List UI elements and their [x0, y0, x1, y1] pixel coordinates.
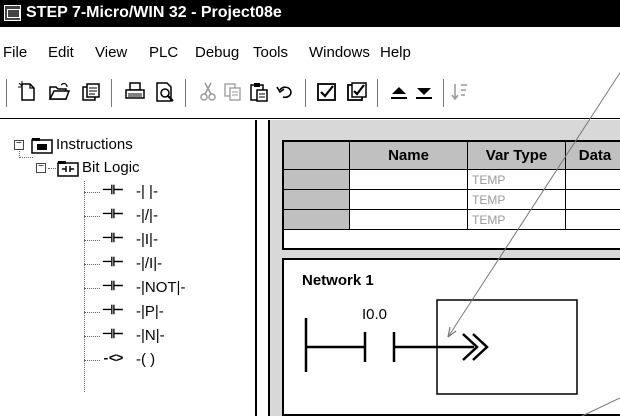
menu-debug[interactable]: Debug: [195, 44, 239, 61]
ladder-editor[interactable]: Network 1 I0.0: [282, 258, 620, 416]
title-bar: STEP 7-Micro/WIN 32 - Project08e: [0, 0, 620, 27]
copy-project-icon[interactable]: [80, 81, 102, 103]
cut-icon[interactable]: [197, 81, 219, 103]
tree-connector: [84, 360, 100, 361]
menu-view[interactable]: View: [95, 44, 127, 61]
column-header-data[interactable]: Data: [566, 142, 620, 170]
row-header[interactable]: [284, 170, 350, 190]
toolbar-separator: [377, 79, 380, 107]
contact-icon: ⊣⊢: [102, 207, 124, 222]
tree-item-negative-edge[interactable]: -|N|-: [136, 327, 165, 344]
tree-connector: [48, 168, 56, 169]
toolbar-separator: [185, 79, 188, 107]
tree-item-normally-closed[interactable]: -|/|-: [136, 207, 158, 224]
compile-icon[interactable]: [316, 81, 338, 103]
print-icon[interactable]: [124, 81, 146, 103]
instruction-tree: − Instructions − Bit Logic ⊣⊢ -| |- ⊣⊢ -…: [0, 120, 257, 416]
contact-icon: ⊣⊢: [102, 183, 124, 198]
menu-bar: File Edit View PLC Debug Tools Windows H…: [0, 27, 620, 67]
window-title: STEP 7-Micro/WIN 32 - Project08e: [26, 4, 282, 21]
program-editor-panel: Name Var Type Data TEMP TEMP TEMP Networ…: [268, 120, 620, 416]
toolbar-separator: [305, 79, 308, 107]
menu-tools[interactable]: Tools: [253, 44, 288, 61]
menu-file[interactable]: File: [3, 44, 27, 61]
menu-plc[interactable]: PLC: [149, 44, 178, 61]
download-icon[interactable]: [413, 81, 435, 103]
table-cell-var-type[interactable]: TEMP: [468, 210, 566, 230]
menu-edit[interactable]: Edit: [48, 44, 74, 61]
table-corner[interactable]: [284, 142, 350, 170]
tree-item-not-immediate[interactable]: -|/I|-: [136, 255, 162, 272]
tree-root-label[interactable]: Instructions: [56, 136, 133, 153]
table-cell-name[interactable]: [350, 210, 468, 230]
upload-icon[interactable]: [388, 81, 410, 103]
tree-connector: [19, 157, 33, 158]
local-variable-table: Name Var Type Data TEMP TEMP TEMP: [282, 140, 620, 250]
new-icon[interactable]: [16, 81, 38, 103]
collapse-instructions-button[interactable]: −: [14, 140, 24, 150]
undo-icon[interactable]: [274, 81, 296, 103]
table-cell-data[interactable]: [566, 170, 620, 190]
toolbar-separator: [443, 79, 446, 107]
app-icon[interactable]: [4, 5, 21, 21]
tree-item-immediate[interactable]: -|I|-: [136, 231, 158, 248]
tree-connector: [84, 216, 100, 217]
column-header-name[interactable]: Name: [350, 142, 468, 170]
column-header-var-type[interactable]: Var Type: [468, 142, 566, 170]
contact-icon: ⊣⊢: [102, 303, 124, 318]
tree-item-positive-edge[interactable]: -|P|-: [136, 303, 164, 320]
tree-item-normally-open[interactable]: -| |-: [136, 183, 158, 200]
table-cell-var-type[interactable]: TEMP: [468, 170, 566, 190]
toolbar-separator: [111, 79, 114, 107]
table-cell-name[interactable]: [350, 170, 468, 190]
print-preview-icon[interactable]: [154, 81, 176, 103]
contact-icon: ⊣⊢: [102, 255, 124, 270]
tree-connector: [84, 264, 100, 265]
menu-help[interactable]: Help: [380, 44, 411, 61]
instructions-folder-icon: [31, 138, 53, 154]
table-cell-data[interactable]: [566, 210, 620, 230]
tree-connector: [84, 192, 100, 193]
ladder-rung: [304, 299, 578, 395]
collapse-bit-logic-button[interactable]: −: [36, 163, 46, 173]
tree-connector: [84, 240, 100, 241]
sort-icon[interactable]: [450, 81, 472, 103]
table-cell-name[interactable]: [350, 190, 468, 210]
tree-item-output-coil[interactable]: -( ): [136, 351, 155, 368]
tree-connector: [84, 288, 100, 289]
contact-icon: ⊣⊢: [102, 231, 124, 246]
toolbar: [0, 67, 620, 119]
table-cell-var-type[interactable]: TEMP: [468, 190, 566, 210]
toolbar-grip[interactable]: [6, 79, 9, 107]
copy-icon[interactable]: [222, 81, 244, 103]
contact-icon: ⊣⊢: [102, 279, 124, 294]
row-header[interactable]: [284, 190, 350, 210]
coil-icon: -<>: [102, 351, 123, 366]
table-cell-data[interactable]: [566, 190, 620, 210]
tree-connector: [84, 312, 100, 313]
paste-icon[interactable]: [248, 81, 270, 103]
open-icon[interactable]: [48, 81, 70, 103]
contact-icon: ⊣⊢: [102, 327, 124, 342]
row-header[interactable]: [284, 210, 350, 230]
tree-item-not[interactable]: -|NOT|-: [136, 279, 185, 296]
tree-connector: [84, 336, 100, 337]
menu-windows[interactable]: Windows: [309, 44, 370, 61]
bit-logic-folder-icon: [57, 161, 79, 177]
tree-folder-label[interactable]: Bit Logic: [82, 159, 140, 176]
compile-all-icon[interactable]: [346, 81, 368, 103]
